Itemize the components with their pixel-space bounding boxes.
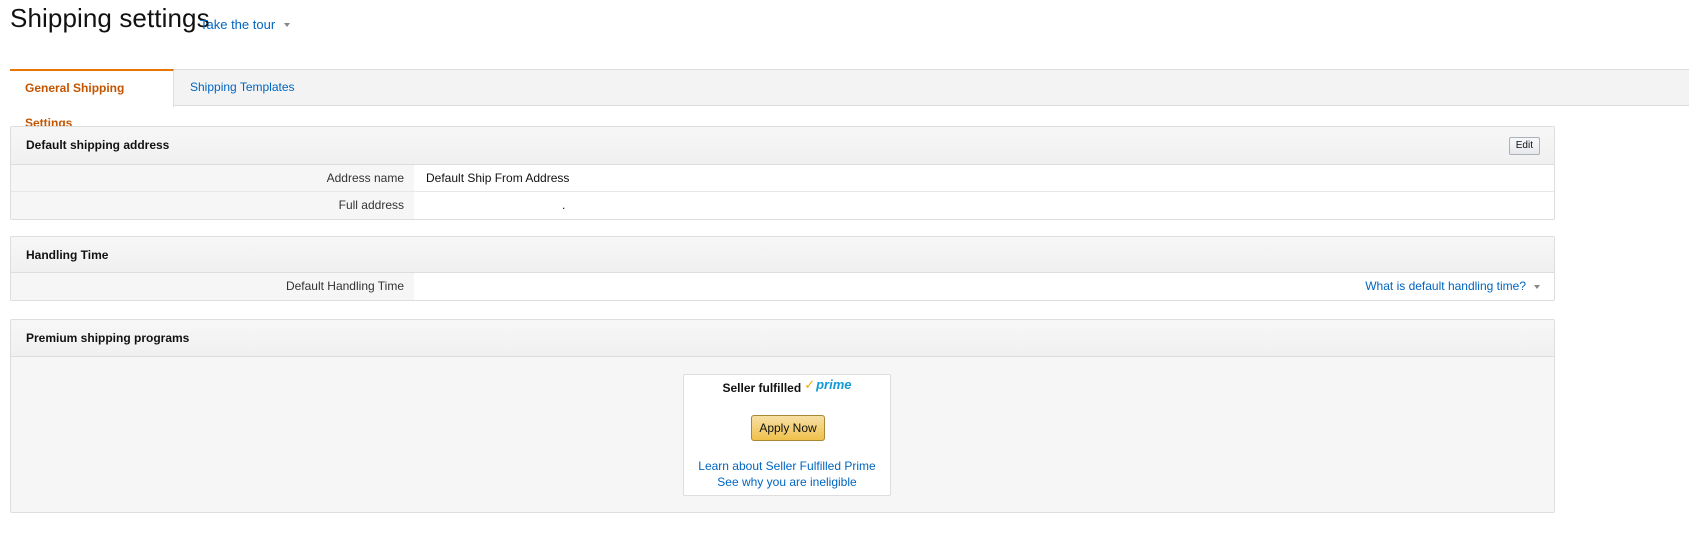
section-header: Premium shipping programs	[11, 320, 1554, 357]
prime-card-title-text: Seller fulfilled	[722, 381, 802, 395]
page-title: Shipping settings	[10, 3, 210, 33]
caret-down-icon	[1534, 285, 1540, 289]
premium-programs-body: Seller fulfilled ✓ prime Apply Now Learn…	[11, 357, 1554, 512]
section-header: Handling Time	[11, 237, 1554, 273]
tab-shipping-templates[interactable]: Shipping Templates	[175, 69, 310, 106]
handling-time-section: Handling Time Default Handling Time What…	[10, 236, 1555, 301]
table-row: Full address .	[11, 192, 1554, 219]
section-title: Handling Time	[26, 248, 109, 262]
premium-shipping-programs-section: Premium shipping programs Seller fulfill…	[10, 319, 1555, 513]
seller-fulfilled-prime-card: Seller fulfilled ✓ prime Apply Now Learn…	[683, 374, 891, 496]
default-shipping-address-section: Default shipping address Edit Address na…	[10, 126, 1555, 220]
take-the-tour-link[interactable]: Take the tour	[200, 17, 291, 32]
section-header: Default shipping address Edit	[11, 127, 1554, 165]
apply-now-button[interactable]: Apply Now	[751, 415, 825, 441]
section-title: Premium shipping programs	[26, 331, 190, 345]
default-handling-time-value: What is default handling time?	[414, 273, 1554, 300]
handling-time-help-link[interactable]: What is default handling time?	[1365, 273, 1540, 300]
edit-button[interactable]: Edit	[1508, 137, 1540, 155]
address-name-value: Default Ship From Address	[426, 171, 570, 185]
default-handling-time-label: Default Handling Time	[11, 273, 414, 300]
address-name-label: Address name	[11, 165, 414, 191]
handling-time-help-label: What is default handling time?	[1365, 279, 1526, 293]
tabs-bar: General Shipping Settings Shipping Templ…	[10, 69, 1689, 130]
caret-down-icon	[284, 23, 291, 27]
full-address-value: .	[562, 198, 566, 212]
section-title: Default shipping address	[26, 138, 170, 152]
table-row: Address name Default Ship From Address	[11, 165, 1554, 192]
check-icon: ✓	[804, 377, 816, 392]
table-row: Default Handling Time What is default ha…	[11, 273, 1554, 300]
full-address-label: Full address	[11, 192, 414, 219]
learn-seller-fulfilled-prime-link[interactable]: Learn about Seller Fulfilled Prime	[684, 459, 890, 473]
see-why-ineligible-link[interactable]: See why you are ineligible	[684, 475, 890, 489]
page-header: Shipping settings Take the tour General …	[0, 0, 1689, 130]
prime-logo-text: prime	[816, 377, 852, 392]
prime-logo: ✓ prime	[804, 377, 851, 393]
tab-general-shipping-settings[interactable]: General Shipping Settings	[10, 69, 174, 130]
take-the-tour-label: Take the tour	[200, 17, 276, 32]
prime-card-title: Seller fulfilled ✓ prime	[684, 377, 890, 396]
